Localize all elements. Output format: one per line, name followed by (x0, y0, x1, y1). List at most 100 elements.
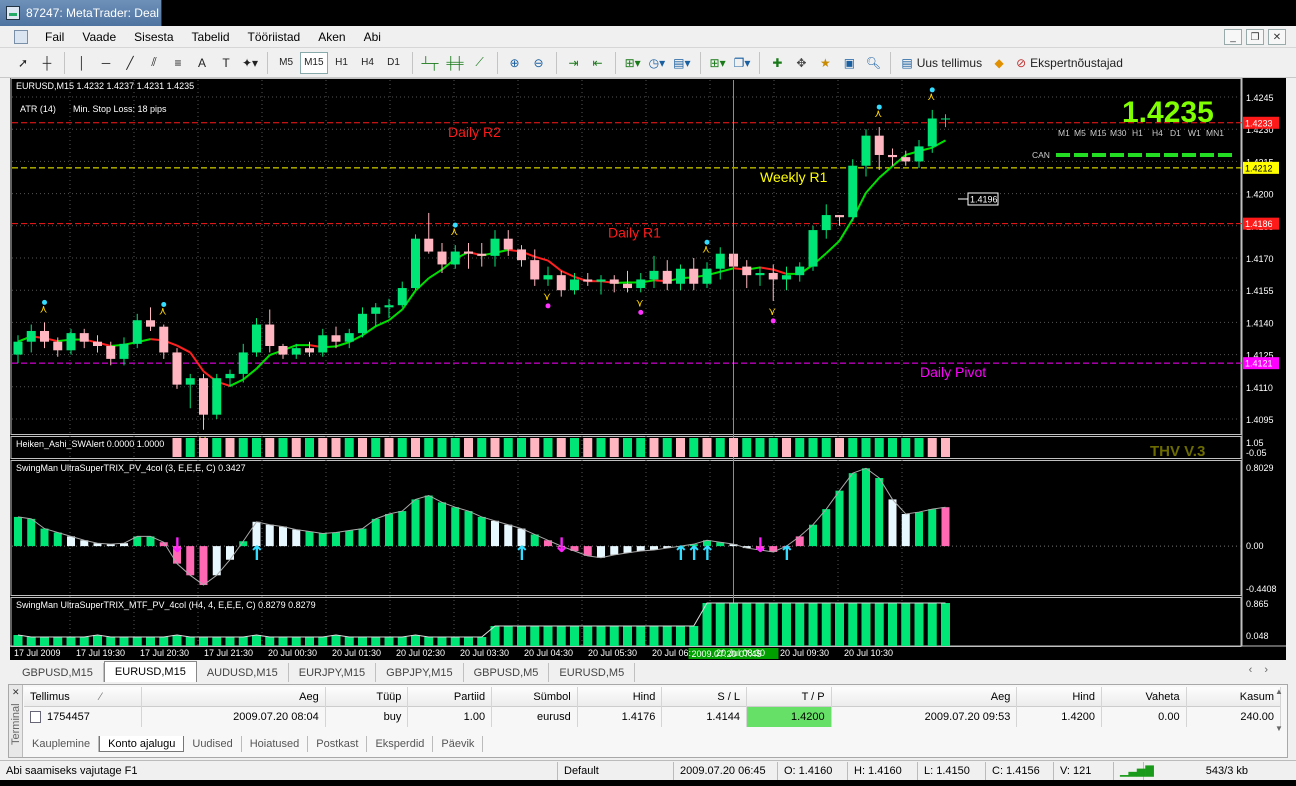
crosshair-icon[interactable]: ┼ (36, 52, 58, 74)
close-icon[interactable]: ✕ (1268, 29, 1286, 45)
menu-help[interactable]: Abi (355, 30, 390, 44)
timeframe-m15[interactable]: M15 (300, 51, 328, 74)
tab-journal[interactable]: Päevik (433, 736, 484, 752)
col-header-close-price[interactable]: Hind (1017, 686, 1102, 707)
candle-body (344, 333, 354, 342)
chart-tab-gbpusd-m15[interactable]: GBPUSD,M15 (12, 663, 104, 682)
status-low: L: 1.4150 (918, 761, 986, 780)
bar-chart-icon[interactable]: ┴┬ (419, 52, 442, 74)
chart-window-icon[interactable] (14, 29, 28, 44)
tab-experts[interactable]: Eksperdid (367, 736, 434, 752)
fractal-dot (638, 309, 644, 315)
tab-news[interactable]: Uudised (184, 736, 242, 752)
menu-insert[interactable]: Sisesta (125, 30, 182, 44)
trix-mtf-bar (795, 603, 805, 646)
indicators-icon[interactable]: ⊞▾ (622, 52, 644, 74)
candle-body (808, 230, 818, 267)
candle-body (662, 270, 672, 284)
col-header-open-time[interactable]: Aeg (142, 686, 326, 707)
trix-mtf-bar (530, 626, 540, 646)
trix-mtf-bar (305, 637, 314, 646)
col-header-open-price[interactable]: Hind (578, 686, 663, 707)
label-tool-icon[interactable]: T (215, 52, 237, 74)
templates-icon[interactable]: ▤▾ (670, 52, 693, 74)
col-header-order[interactable]: Tellimus ⁄ (24, 686, 142, 707)
chart-tab-gbpusd-m5[interactable]: GBPUSD,M5 (464, 663, 550, 682)
col-header-take-profit[interactable]: T / P (747, 686, 832, 707)
fractal-dot (876, 104, 882, 110)
col-header-stop-loss[interactable]: S / L (662, 686, 747, 707)
candle-body (742, 266, 752, 276)
market-watch-icon[interactable]: ✚ (766, 52, 788, 74)
chart-tab-gbpjpy-m15[interactable]: GBPJPY,M15 (376, 663, 464, 682)
terminal-close-icon[interactable]: ✕ (12, 687, 20, 698)
tab-account-history[interactable]: Konto ajalugu (99, 736, 185, 752)
timeframe-d1[interactable]: D1 (382, 52, 406, 74)
candlestick-icon[interactable]: ╪╪ (444, 52, 467, 74)
terminal-icon[interactable]: ▣ (838, 52, 860, 74)
col-header-profit[interactable]: Kasum (1187, 686, 1282, 707)
trix-mtf-bar (318, 637, 328, 646)
candle-body (490, 238, 500, 256)
moving-average-segment (255, 354, 271, 370)
trix-mtf-bar (358, 637, 367, 646)
col-header-swap[interactable]: Vaheta (1102, 686, 1187, 707)
navigator-icon[interactable]: ★ (814, 52, 836, 74)
candle-body (424, 238, 434, 252)
moving-average-segment (825, 240, 841, 255)
timeframe-h1[interactable]: H1 (330, 52, 354, 74)
cursor-icon[interactable]: ➚ (12, 52, 34, 74)
heiken-ashi-bar (649, 438, 659, 457)
new-chart-icon[interactable]: ⊞▾ (707, 52, 729, 74)
arrows-dropdown-icon[interactable]: ✦▾ (239, 52, 261, 74)
col-header-lots[interactable]: Partiid (408, 686, 493, 707)
chart-window[interactable]: 1.42451.42301.42151.42001.41851.41701.41… (10, 78, 1286, 660)
text-tool-icon[interactable]: A (191, 52, 213, 74)
menu-window[interactable]: Aken (309, 30, 354, 44)
tab-alerts[interactable]: Hoiatused (242, 736, 309, 752)
equidistant-channel-icon[interactable]: ⫽ (143, 52, 165, 74)
new-order-button[interactable]: ▤ Uus tellimus (897, 52, 986, 74)
menu-tools[interactable]: Tööriistad (239, 30, 310, 44)
col-header-symbol[interactable]: Sümbol (492, 686, 578, 707)
auto-scroll-icon[interactable]: ⇥ (563, 52, 585, 74)
chart-tab-eurusd-m5[interactable]: EURUSD,M5 (549, 663, 636, 682)
timeframe-h4[interactable]: H4 (356, 52, 380, 74)
alert-icon[interactable]: ◆ (988, 52, 1010, 74)
col-header-type[interactable]: Tüüp (326, 686, 409, 707)
heiken-ashi-bar (556, 438, 566, 457)
terminal-scrollbar[interactable]: ▲ ▼ (1273, 687, 1285, 733)
tab-scroll-arrows-icon[interactable]: ‹› (1249, 664, 1280, 676)
trix-histogram-bar (915, 512, 923, 547)
chart-tab-audusd-m15[interactable]: AUDUSD,M15 (197, 663, 289, 682)
data-window-icon[interactable]: ✥ (790, 52, 812, 74)
periods-icon[interactable]: ◷▾ (646, 52, 669, 74)
menu-view[interactable]: Vaade (73, 30, 125, 44)
strategy-tester-icon[interactable]: 🔍︎ (862, 52, 884, 74)
vertical-line-icon[interactable]: │ (71, 52, 93, 74)
trendline-icon[interactable]: ╱ (119, 52, 141, 74)
tab-mailbox[interactable]: Postkast (308, 736, 368, 752)
col-header-close-time[interactable]: Aeg (832, 686, 1018, 707)
chart-tab-eurusd-m15[interactable]: EURUSD,M15 (103, 661, 197, 682)
fibonacci-icon[interactable]: ≡ (167, 52, 189, 74)
chart-tab-eurjpy-m15[interactable]: EURJPY,M15 (289, 663, 377, 682)
horizontal-line-icon[interactable]: ─ (95, 52, 117, 74)
menu-charts[interactable]: Tabelid (183, 30, 239, 44)
restore-icon[interactable]: ❐ (1246, 29, 1264, 45)
zoom-in-icon[interactable]: ⊕ (504, 52, 526, 74)
timeframe-m5[interactable]: M5 (274, 52, 298, 74)
expert-advisors-button[interactable]: ⊘ Ekspertnõustajad (1012, 52, 1127, 74)
minimize-icon[interactable]: _ (1224, 29, 1242, 45)
zoom-out-icon[interactable]: ⊖ (528, 52, 550, 74)
menu-file[interactable]: Fail (36, 30, 73, 44)
profiles-icon[interactable]: ❐▾ (731, 52, 754, 74)
table-row[interactable]: 1754457 2009.07.20 08:04 buy 1.00 eurusd… (24, 707, 1282, 727)
tab-trade[interactable]: Kauplemine (24, 736, 100, 752)
scroll-up-icon[interactable]: ▲ (1275, 687, 1283, 696)
status-profile[interactable]: Default (558, 761, 674, 780)
chart-shift-icon[interactable]: ⇤ (587, 52, 609, 74)
eurusd-m15-chart[interactable]: 1.42451.42301.42151.42001.41851.41701.41… (10, 78, 1286, 660)
scroll-down-icon[interactable]: ▼ (1275, 724, 1283, 733)
line-chart-icon[interactable]: ⟋ (469, 52, 491, 74)
